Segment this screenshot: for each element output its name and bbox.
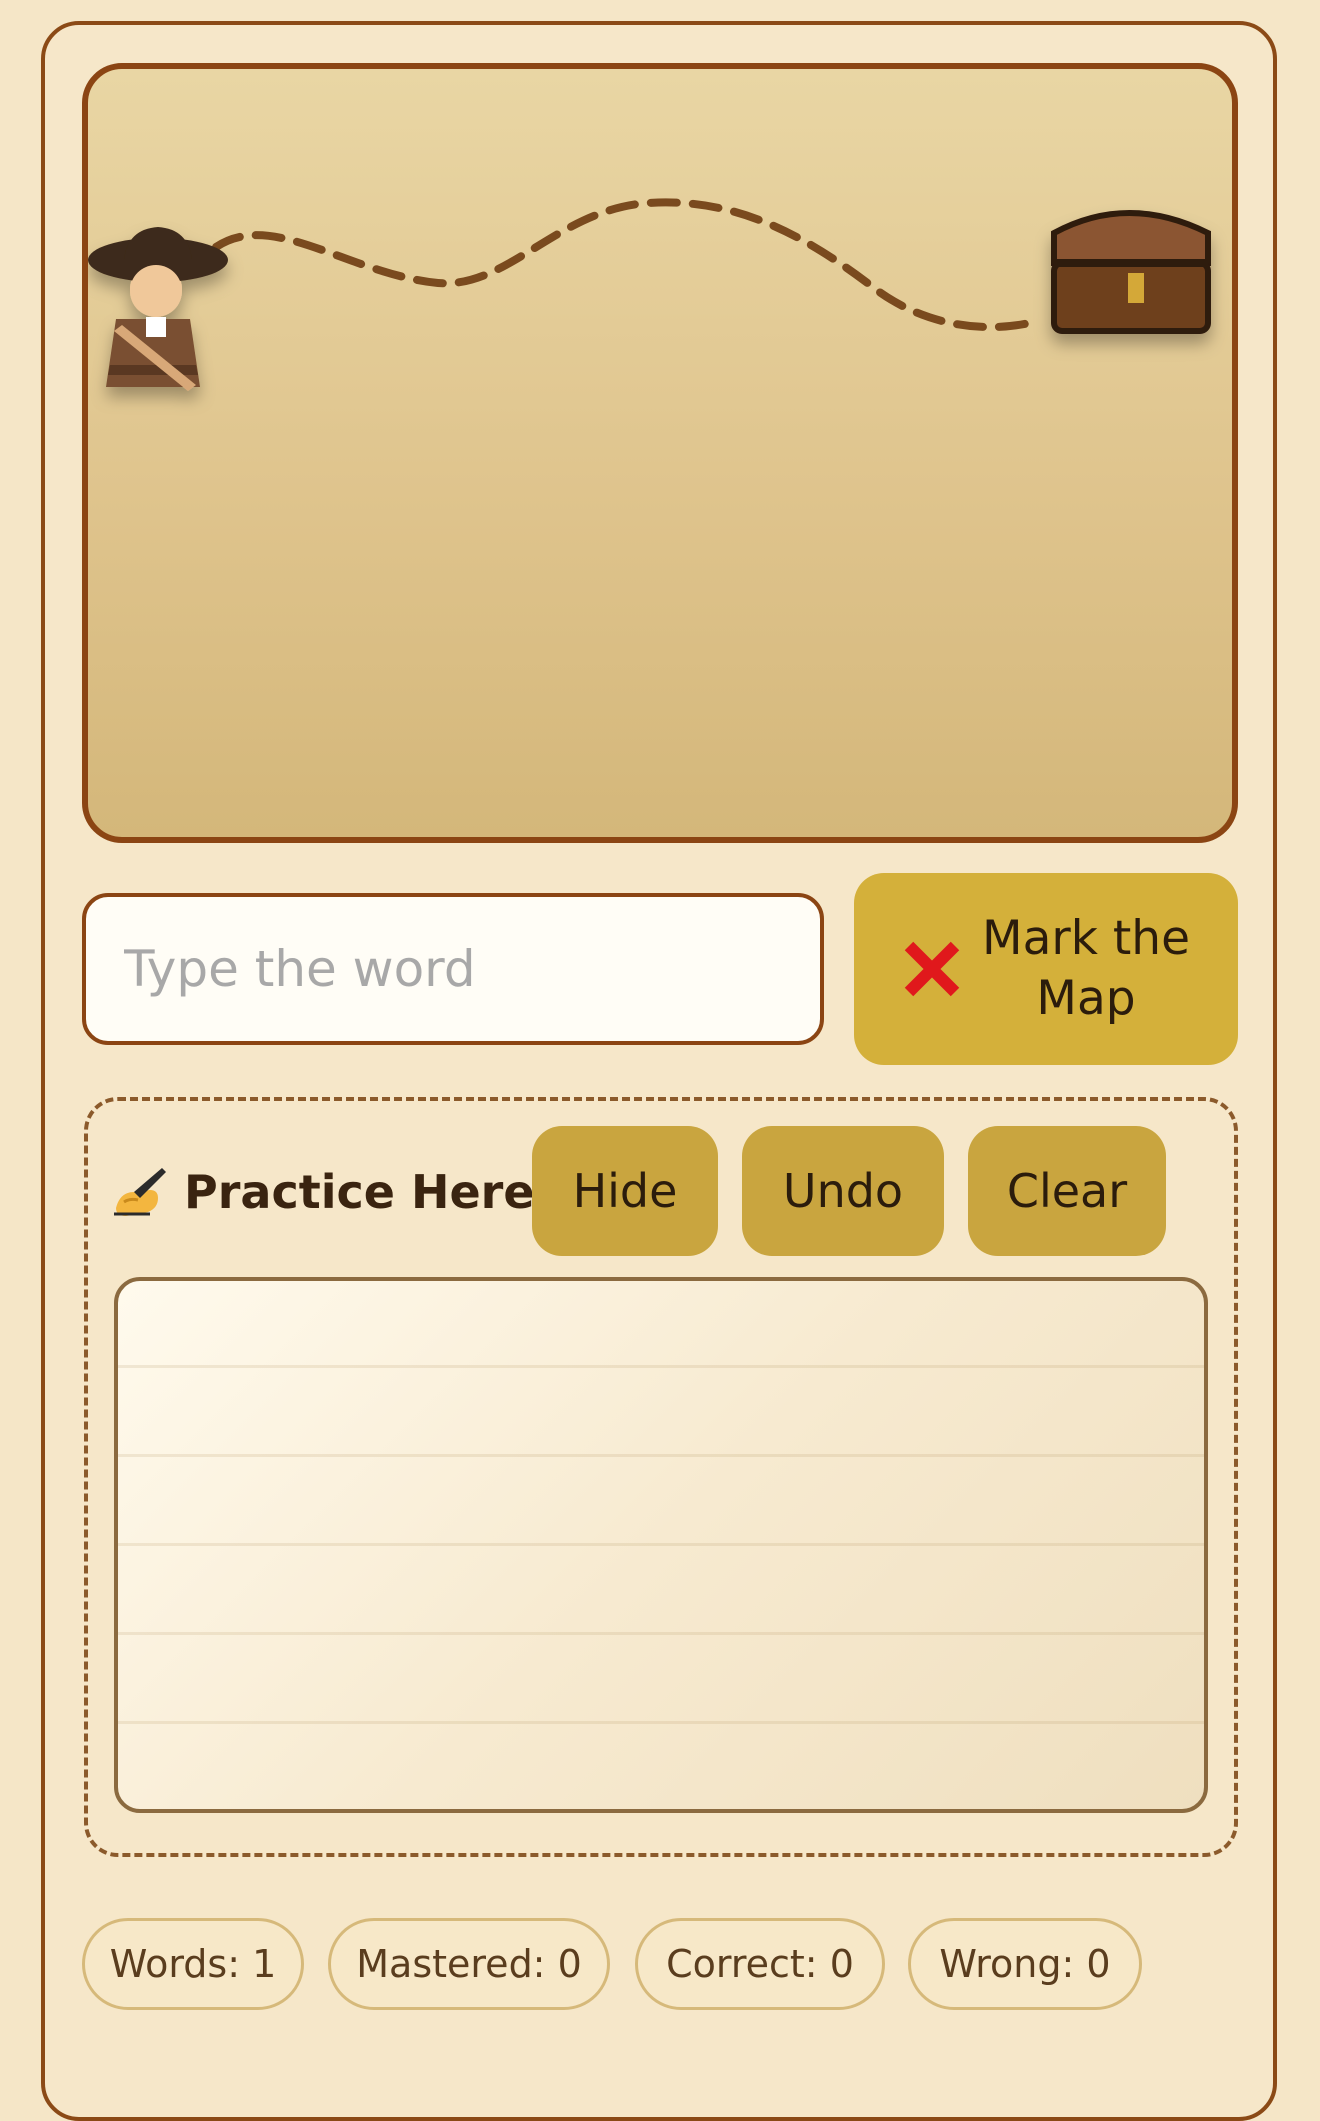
practice-header: Practice Here <box>110 1162 535 1222</box>
hide-button[interactable]: Hide <box>532 1126 718 1256</box>
treasure-map <box>82 63 1238 843</box>
explorer-icon <box>88 227 228 391</box>
map-illustration <box>88 198 1211 391</box>
practice-drawing-canvas[interactable] <box>114 1277 1208 1813</box>
stats-bar: Words: 1 Mastered: 0 Correct: 0 Wrong: 0 <box>0 1918 1320 2018</box>
writing-hand-icon <box>114 1168 166 1216</box>
correct-stat: Correct: 0 <box>635 1918 885 2010</box>
x-icon <box>904 941 960 997</box>
mark-the-map-label: Mark the Map <box>982 911 1190 1026</box>
words-stat: Words: 1 <box>82 1918 304 2010</box>
undo-button[interactable]: Undo <box>742 1126 944 1256</box>
mastered-stat: Mastered: 0 <box>328 1918 610 2010</box>
mark-the-map-button[interactable]: Mark the Map <box>854 873 1238 1065</box>
treasure-chest-icon <box>1051 210 1211 334</box>
practice-title: Practice Here <box>184 1165 535 1219</box>
clear-button[interactable]: Clear <box>968 1126 1166 1256</box>
word-input[interactable] <box>82 893 824 1045</box>
wrong-stat: Wrong: 0 <box>908 1918 1142 2010</box>
dashed-trail <box>212 198 1042 332</box>
